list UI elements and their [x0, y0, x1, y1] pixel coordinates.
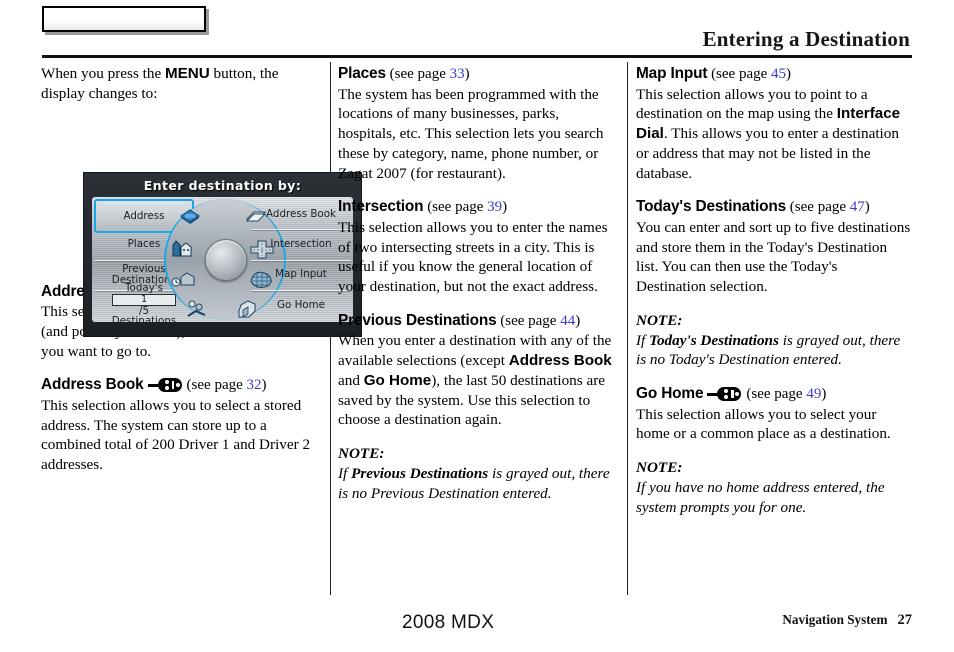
nav-button-go-home-label: Go Home [277, 298, 325, 311]
previous-destinations-note: NOTE: If Previous Destinations is grayed … [338, 444, 613, 503]
todays-destinations-icon [185, 299, 211, 319]
note-text-1: If [338, 464, 352, 482]
nav-button-intersection-label: Intersection [270, 238, 332, 251]
places-body: The system has been programmed with the … [338, 85, 604, 182]
go-home-heading: Go Home [636, 385, 704, 402]
footer-section-info: Navigation System 27 [782, 612, 912, 629]
intersection-section: Intersection (see page 39) This selectio… [338, 197, 613, 297]
note-bold-1: Previous Destinations [351, 464, 489, 482]
todays-destinations-ref-open: (see page [786, 199, 850, 216]
title-divider [42, 55, 912, 58]
nav-button-go-home[interactable]: Go Home [251, 290, 351, 320]
address-book-heading: Address Book [41, 376, 144, 394]
address-book-section: Address Book (see page 32) This selection… [41, 375, 316, 475]
todays-destinations-heading: Today's Destinations [636, 198, 787, 216]
nav-button-address-book-label: Address Book [266, 207, 336, 220]
note-label-1: NOTE: [636, 311, 683, 329]
note-label-2: NOTE: [636, 459, 683, 476]
map-input-body-2: . This allows you to enter a destination… [636, 125, 899, 182]
nav-button-places-label: Places [127, 238, 161, 251]
intersection-body: This selection allows you to enter the n… [338, 218, 608, 295]
places-heading: Places [338, 65, 386, 82]
places-section: Places (see page 33) The system has been… [338, 64, 613, 183]
nav-button-address-book[interactable]: Address Book [251, 199, 351, 231]
footer-model: 2008 MDX [402, 612, 495, 633]
column-3: Map Input (see page 45) This selection a… [636, 64, 911, 517]
map-input-body-1: This selection allows you to point to a … [636, 85, 868, 123]
chapter-tab [42, 6, 206, 32]
footer-page-number: 27 [897, 612, 913, 628]
go-home-note: NOTE: If you have no home address entered… [636, 458, 911, 517]
nav-screen-title: Enter destination by: [143, 178, 302, 193]
note-label: NOTE: [338, 445, 385, 462]
previous-destinations-body-2: and [338, 371, 364, 389]
address-book-page-link[interactable]: 32 [247, 377, 262, 393]
menu-button-label: MENU [165, 65, 210, 82]
manual-page: Entering a Destination When you press th… [0, 0, 954, 652]
intersection-ref-close: ) [502, 199, 508, 216]
previous-destinations-ref-close: ) [575, 312, 581, 329]
nav-screen-figure: Enter destination by: Address Places Pre… [83, 172, 362, 337]
previous-destinations-bold-2: Go Home [363, 371, 432, 389]
nav-button-intersection[interactable]: Intersection [251, 229, 351, 261]
map-input-section: Map Input (see page 45) This selection a… [636, 64, 911, 183]
places-page-link[interactable]: 33 [450, 66, 465, 82]
page-title: Entering a Destination [702, 27, 910, 51]
menu-intro-before: When you press the [41, 65, 165, 82]
address-book-ref-close: ) [261, 377, 267, 394]
previous-destinations-icon [171, 269, 197, 289]
go-home-page-link[interactable]: 49 [806, 386, 821, 402]
column-1: When you press the MENU button, the disp… [41, 64, 362, 475]
nav-screen-plate: Address Places Previous Destinations Tod… [92, 197, 353, 326]
previous-destinations-page-link[interactable]: 44 [560, 313, 575, 329]
voice-command-icon [147, 377, 182, 392]
places-ref-close: ) [464, 66, 470, 82]
nav-right-column: Address Book Intersection Map Input Go H… [251, 199, 351, 320]
previous-destinations-heading: Previous Destinations [338, 311, 497, 329]
voice-command-icon [707, 386, 742, 401]
intersection-ref-open: (see page [423, 199, 488, 216]
previous-destinations-ref-open: (see page [496, 312, 561, 329]
footer-section-name: Navigation System [782, 612, 888, 627]
todays-destinations-section: Today's Destinations (see page 47) You c… [636, 197, 911, 297]
address-book-body: This selection allows you to select a st… [41, 396, 311, 473]
previous-destinations-bold-1: Address Book [508, 352, 612, 369]
map-input-heading: Map Input [636, 65, 708, 82]
map-input-page-link[interactable]: 45 [771, 66, 786, 82]
go-home-section: Go Home (see page 49) This selection allo… [636, 384, 911, 444]
note-1-text-1: If [636, 331, 650, 349]
go-home-ref-open: (see page [746, 386, 807, 402]
todays-word: Today's [125, 282, 163, 295]
map-input-ref-close: ) [786, 66, 792, 82]
todays-destinations-note: NOTE: If Today's Destinations is grayed o… [636, 311, 911, 370]
column-2: Places (see page 33) The system has been… [338, 64, 613, 503]
nav-button-address-label: Address [123, 209, 165, 222]
todays-count: 1 [111, 293, 177, 306]
address-book-ref-open: (see page [186, 377, 247, 394]
places-icon [171, 239, 197, 259]
note-1-bold-1: Today's Destinations [649, 331, 779, 349]
address-icon [177, 207, 203, 227]
todays-second-line: Destinations [111, 315, 177, 328]
note-2-text: If you have no home address entered, the… [636, 478, 885, 516]
map-input-ref-open: (see page [707, 66, 772, 82]
go-home-ref-close: ) [821, 386, 827, 402]
go-home-body: This selection allows you to select your… [636, 405, 891, 443]
menu-intro-paragraph: When you press the MENU button, the disp… [41, 64, 316, 104]
todays-destinations-body: You can enter and sort up to five destin… [636, 218, 911, 295]
column-divider-2 [627, 62, 628, 595]
nav-button-todays-destinations-label: Today's 1/5 Destinations [111, 282, 177, 328]
nav-button-map-input[interactable]: Map Input [251, 260, 351, 291]
todays-destinations-ref-close: ) [864, 199, 870, 216]
todays-destinations-page-link[interactable]: 47 [850, 199, 865, 215]
intersection-heading: Intersection [338, 198, 424, 216]
previous-destinations-section: Previous Destinations (see page 44) When… [338, 311, 613, 430]
nav-button-map-input-label: Map Input [275, 268, 327, 281]
intersection-page-link[interactable]: 39 [487, 199, 502, 215]
places-ref-open: (see page [385, 66, 450, 82]
